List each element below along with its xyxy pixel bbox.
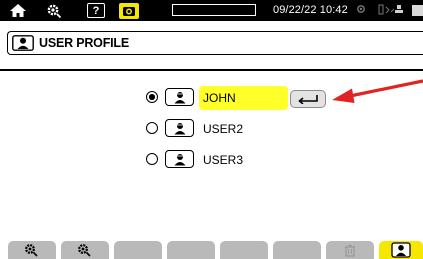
- annotation-arrow: [332, 79, 423, 103]
- tab-user-profile[interactable]: [379, 241, 423, 259]
- user-row-2[interactable]: USER2: [0, 117, 423, 141]
- bottom-tab-bar: [0, 241, 423, 259]
- camera-icon[interactable]: [119, 3, 139, 19]
- radio-user-2[interactable]: [146, 122, 158, 134]
- user-name-field-3[interactable]: USER3: [199, 148, 243, 172]
- header-divider: [0, 69, 423, 71]
- tab-empty-5: [220, 241, 268, 259]
- radio-user-1[interactable]: [146, 91, 158, 103]
- user-name-field-1[interactable]: JOHN: [199, 86, 288, 110]
- user-icon: [165, 150, 194, 168]
- tab-config-2[interactable]: [61, 241, 109, 259]
- radio-user-3[interactable]: [146, 153, 158, 165]
- user-profile-icon: [391, 242, 411, 258]
- enter-button[interactable]: [290, 90, 326, 108]
- tab-empty-3: [114, 241, 162, 259]
- progress-bar: [172, 4, 256, 16]
- user-name-field-2[interactable]: USER2: [199, 117, 243, 141]
- home-icon[interactable]: [8, 2, 28, 19]
- help-icon[interactable]: ?: [87, 3, 105, 18]
- tab-empty-6: [273, 241, 321, 259]
- tab-delete[interactable]: [326, 241, 374, 259]
- user-row-3[interactable]: USER3: [0, 148, 423, 172]
- trash-icon: [345, 244, 355, 256]
- tab-config-1[interactable]: [8, 241, 56, 259]
- battery-icon: [412, 5, 423, 16]
- settings-icon[interactable]: [44, 2, 64, 19]
- status-bar: ? 09/22/22 10:42: [0, 0, 423, 21]
- recording-icon: [356, 3, 366, 18]
- page-title-bar: USER PROFILE: [7, 31, 423, 55]
- config-gear-2-icon: [78, 244, 91, 257]
- network-icon: [378, 3, 406, 19]
- user-profile-icon: [12, 35, 34, 51]
- config-gear-icon: [25, 244, 38, 257]
- tab-empty-4: [167, 241, 215, 259]
- datetime: 09/22/22 10:42: [273, 4, 348, 16]
- page-title: USER PROFILE: [39, 36, 129, 50]
- user-icon: [165, 88, 194, 106]
- user-icon: [165, 119, 194, 137]
